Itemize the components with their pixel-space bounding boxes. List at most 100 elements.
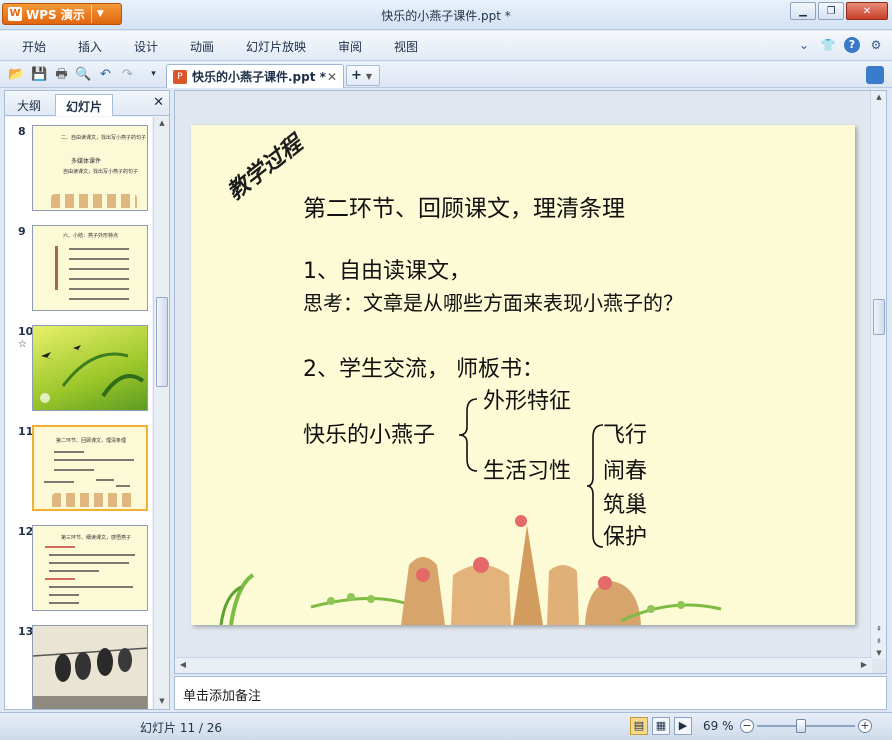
mindmap-branch-1[interactable]: 外形特征 xyxy=(483,383,571,415)
notes-placeholder[interactable]: 单击添加备注 xyxy=(183,685,261,704)
scroll-up-icon[interactable]: ▲ xyxy=(156,119,168,129)
scroll-left-icon[interactable]: ◀ xyxy=(177,660,189,672)
tab-slides[interactable]: 幻灯片 xyxy=(55,94,114,116)
document-tab[interactable]: P 快乐的小燕子课件.ppt * ✕ xyxy=(166,64,344,88)
panel-tabs: 大纲 幻灯片 ✕ xyxy=(5,91,169,116)
thumbnail-text: 六、小结：燕子外形特点 xyxy=(63,233,119,239)
new-tab-button[interactable]: + ▼ xyxy=(346,65,380,86)
thumbnail-text: 多媒体课件 xyxy=(71,158,102,165)
restore-button[interactable]: ❐ xyxy=(818,2,844,20)
thumbnail-decoration xyxy=(51,194,137,208)
thumbnail-line xyxy=(69,298,129,300)
tab-outline[interactable]: 大纲 xyxy=(7,94,51,116)
thumbnail-line xyxy=(54,451,84,453)
window-controls: ▁ ❐ ✕ xyxy=(788,2,888,20)
slide-counter: 幻灯片 11 / 26 xyxy=(140,721,223,735)
thumbnail-image[interactable]: 二、自由读课文，找出写小燕子的句子 多媒体课件 自由读课文，找出写小燕子的句子 xyxy=(32,125,148,211)
thumbnail-line xyxy=(49,602,79,604)
slide-item-1[interactable]: 1、自由读课文， xyxy=(303,253,471,285)
thumbnail-line xyxy=(49,562,129,564)
scroll-thumb[interactable] xyxy=(873,299,885,335)
thumbnail-line xyxy=(116,485,130,487)
menu-right-tools: ⌄ 👕 ? ⚙ xyxy=(796,37,884,53)
thumbnail-line xyxy=(54,459,134,461)
zoom-slider[interactable] xyxy=(757,725,855,727)
close-button[interactable]: ✕ xyxy=(846,2,888,20)
open-folder-icon[interactable]: 📂 xyxy=(8,66,25,83)
thumbnail-line xyxy=(45,578,75,580)
chevron-down-icon: ▼ xyxy=(365,72,373,81)
thumbnail-line xyxy=(69,288,129,290)
menu-insert[interactable]: 插入 xyxy=(78,38,102,55)
thumbnail-line xyxy=(54,469,94,471)
slide-vertical-scrollbar[interactable]: ▲ ⇞ ⇟ ▼ xyxy=(870,91,886,659)
print-preview-icon[interactable]: 🔍 xyxy=(75,66,92,83)
thumbnail-image[interactable]: 第二环节、回顾课文，理清条理 xyxy=(32,425,148,511)
collapse-ribbon-icon[interactable]: ⌄ xyxy=(796,37,812,53)
window-title: 快乐的小燕子课件.ppt * xyxy=(381,9,511,23)
scroll-right-icon[interactable]: ▶ xyxy=(858,660,870,672)
zoom-in-button[interactable]: + xyxy=(858,719,872,733)
thumbnail-line xyxy=(69,258,129,260)
thumbnail-number: 8 xyxy=(18,125,26,138)
thumbnail-image[interactable] xyxy=(32,625,148,709)
save-icon[interactable]: 💾 xyxy=(31,66,48,83)
mindmap-leaf[interactable]: 闹春 xyxy=(603,453,647,485)
thumbnail-number: 9 xyxy=(18,225,26,238)
swallows-photo xyxy=(33,626,147,709)
document-tab-label: 快乐的小燕子课件.ppt * xyxy=(192,70,326,84)
thumbnail-line xyxy=(55,246,58,290)
normal-view-icon[interactable]: ▤ xyxy=(630,717,648,735)
slide-sorter-view-icon[interactable]: ▦ xyxy=(652,717,670,735)
title-bar: W WPS 演示 ▼ 快乐的小燕子课件.ppt * ▁ ❐ ✕ xyxy=(0,0,892,30)
thumbnail-image[interactable]: 第三环节、细读课文，感悟燕子 xyxy=(32,525,148,611)
quick-toolbar: 📂 💾 🖶 🔍 ↶ ↷ ▾ P 快乐的小燕子课件.ppt * ✕ + ▼ xyxy=(0,62,892,88)
window-list-icon[interactable] xyxy=(866,66,884,84)
minimize-button[interactable]: ▁ xyxy=(790,2,816,20)
scroll-thumb[interactable] xyxy=(156,297,168,387)
slide-horizontal-scrollbar[interactable]: ◀ ▶ xyxy=(175,657,872,673)
thumbnail-line xyxy=(69,268,129,270)
mindmap-leaf[interactable]: 飞行 xyxy=(603,417,647,449)
slide-item-2[interactable]: 2、学生交流， 师板书： xyxy=(303,351,544,383)
mindmap-root[interactable]: 快乐的小燕子 xyxy=(303,417,435,449)
scroll-up-icon[interactable]: ▲ xyxy=(873,93,885,103)
slide-question[interactable]: 思考：文章是从哪些方面来表现小燕子的？ xyxy=(303,287,683,316)
scroll-down-icon[interactable]: ▼ xyxy=(156,697,168,707)
thumbnail-image[interactable]: 六、小结：燕子外形特点 xyxy=(32,225,148,311)
menu-view[interactable]: 视图 xyxy=(394,38,418,55)
menu-slideshow[interactable]: 幻灯片放映 xyxy=(246,38,306,55)
menu-review[interactable]: 审阅 xyxy=(338,38,362,55)
slide-panel: 大纲 幻灯片 ✕ 8 二、自由读课文，找出写小燕子的句子 多媒体课件 自由读课文… xyxy=(4,90,170,710)
next-slide-icon[interactable]: ⇟ xyxy=(873,637,885,647)
thumbnail-scrollbar[interactable]: ▲ ▼ xyxy=(153,117,169,709)
current-slide[interactable]: 教学过程 第二环节、回顾课文，理清条理 1、自由读课文， 思考：文章是从哪些方面… xyxy=(191,125,855,625)
skin-icon[interactable]: 👕 xyxy=(820,37,836,53)
scroll-down-icon[interactable]: ▼ xyxy=(873,649,885,659)
close-tab-icon[interactable]: ✕ xyxy=(327,70,337,84)
settings-icon[interactable]: ⚙ xyxy=(868,37,884,53)
print-icon[interactable]: 🖶 xyxy=(53,66,70,83)
notes-pane[interactable]: 单击添加备注 xyxy=(174,676,887,710)
customize-toolbar-icon[interactable]: ▾ xyxy=(145,66,162,83)
zoom-out-button[interactable]: − xyxy=(740,719,754,733)
menu-animation[interactable]: 动画 xyxy=(190,38,214,55)
help-icon[interactable]: ? xyxy=(844,37,860,53)
thumbnail-text: 二、自由读课文，找出写小燕子的句子 xyxy=(61,135,147,141)
previous-slide-icon[interactable]: ⇞ xyxy=(873,625,885,635)
redo-icon[interactable]: ↷ xyxy=(119,66,136,83)
mindmap-branch-2[interactable]: 生活习性 xyxy=(483,453,571,485)
menu-design[interactable]: 设计 xyxy=(134,38,158,55)
thumbnail-line xyxy=(49,554,135,556)
zoom-slider-handle[interactable] xyxy=(795,719,806,733)
menu-home[interactable]: 开始 xyxy=(22,38,46,55)
slide-heading[interactable]: 第二环节、回顾课文，理清条理 xyxy=(303,189,625,223)
slide-editor: 教学过程 第二环节、回顾课文，理清条理 1、自由读课文， 思考：文章是从哪些方面… xyxy=(174,90,887,674)
ppt-file-icon: P xyxy=(173,69,187,84)
thumbnail-line xyxy=(44,481,74,483)
close-panel-icon[interactable]: ✕ xyxy=(153,95,164,110)
thumbnail-text: 第三环节、细读课文，感悟燕子 xyxy=(61,535,132,541)
slideshow-view-icon[interactable]: ▶ xyxy=(674,717,692,735)
thumbnail-image[interactable] xyxy=(32,325,148,411)
undo-icon[interactable]: ↶ xyxy=(97,66,114,83)
